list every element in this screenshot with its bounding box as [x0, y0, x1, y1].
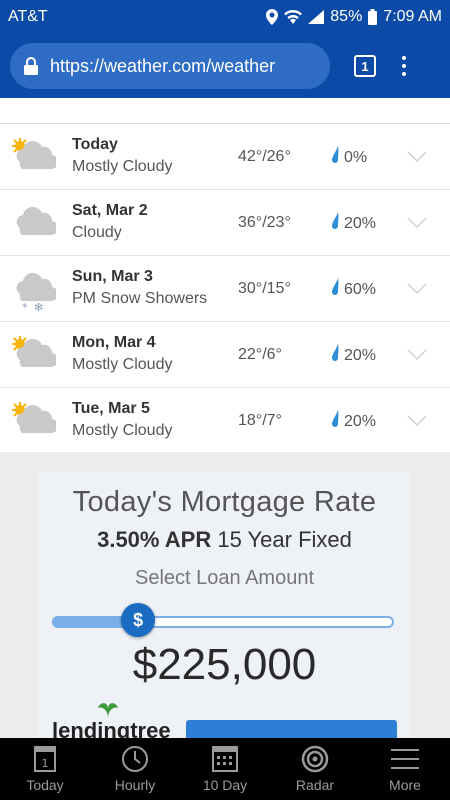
precip-value: 20% — [344, 412, 377, 430]
overflow-menu-icon[interactable] — [402, 56, 406, 76]
today-calendar-icon: 1 — [34, 745, 56, 773]
day-text: Mon, Mar 4 Mostly Cloudy — [72, 334, 172, 374]
forecast-row[interactable]: Sat, Mar 2 Cloudy 36°/23° 20% — [0, 190, 450, 256]
day-text: Sat, Mar 2 Cloudy — [72, 202, 148, 242]
hi-lo-temps: 22°/6° — [238, 346, 282, 363]
slider-thumb[interactable]: $ — [121, 603, 156, 637]
nav-item-today[interactable]: 1 Today — [0, 738, 90, 800]
ad-container: Today's Mortgage Rate 3.50% APR 15 Year … — [0, 452, 450, 743]
clock-icon — [121, 745, 149, 773]
precip-chance: 20% — [330, 344, 376, 367]
hi-lo-temps: 18°/7° — [238, 412, 282, 429]
battery-icon — [368, 9, 378, 25]
loan-amount-value: $225,000 — [132, 640, 317, 689]
ad-rate-apr: 3.50% APR — [97, 527, 212, 552]
day-name: Sun, Mar 3 — [72, 268, 153, 285]
precip-value: 20% — [344, 214, 377, 232]
forecast-row[interactable]: * ✻ Sun, Mar 3 PM Snow Showers 30°/15° 60% — [0, 256, 450, 322]
precip-chance: 0% — [330, 146, 367, 169]
status-icons: 85% 7:09 AM — [266, 8, 442, 26]
nav-label: Radar — [295, 777, 335, 793]
day-text: Sun, Mar 3 PM Snow Showers — [72, 268, 207, 308]
mortgage-ad[interactable]: Today's Mortgage Rate 3.50% APR 15 Year … — [38, 472, 411, 743]
forecast-list: Today Mostly Cloudy 42°/26° 0% Sat, Mar 2 Clo… — [0, 98, 450, 454]
location-icon — [266, 9, 279, 25]
precip-chance: 60% — [330, 278, 376, 301]
ad-rate-term: 15 Year Fixed — [211, 527, 352, 552]
nav-label: More — [389, 777, 421, 793]
calendar-grid-icon — [212, 745, 238, 773]
signal-icon — [308, 10, 325, 24]
nav-label: Today — [26, 777, 64, 793]
raindrop-icon — [330, 212, 340, 235]
hi-lo-temps: 36°/23° — [238, 214, 291, 231]
forecast-row[interactable]: Tue, Mar 5 Mostly Cloudy 18°/7° 20% — [0, 388, 450, 454]
condition-text: PM Snow Showers — [72, 290, 208, 307]
condition-text: Mostly Cloudy — [72, 356, 173, 373]
day-name: Today — [72, 136, 118, 153]
partly-cloudy-icon — [10, 136, 59, 180]
raindrop-icon — [330, 146, 340, 169]
tab-switcher-button[interactable]: 1 — [354, 55, 376, 77]
url-text: https://weather.com/weather — [50, 55, 276, 76]
raindrop-icon — [330, 410, 340, 433]
nav-label: Hourly — [114, 777, 156, 793]
partly-cloudy-icon — [10, 400, 59, 444]
chevron-down-icon[interactable] — [407, 216, 427, 234]
hi-lo-temps: 42°/26° — [238, 148, 291, 165]
day-name: Tue, Mar 5 — [72, 400, 150, 417]
condition-text: Mostly Cloudy — [72, 422, 173, 439]
condition-text: Cloudy — [72, 224, 122, 241]
battery-percent: 85% — [330, 8, 363, 25]
precip-value: 20% — [344, 346, 377, 364]
bottom-nav: 1 Today Hourly 10 Day Radar More — [0, 738, 450, 800]
raindrop-icon — [330, 278, 340, 301]
nav-item-10-day[interactable]: 10 Day — [180, 738, 270, 800]
svg-text:1: 1 — [42, 757, 49, 770]
chevron-down-icon[interactable] — [407, 150, 427, 168]
chevron-down-icon[interactable] — [407, 348, 427, 366]
ad-rate: 3.50% APR 15 Year Fixed — [38, 527, 411, 553]
nav-item-hourly[interactable]: Hourly — [90, 738, 180, 800]
day-text: Tue, Mar 5 Mostly Cloudy — [72, 400, 172, 440]
wifi-icon — [284, 10, 303, 24]
nav-item-radar[interactable]: Radar — [270, 738, 360, 800]
hamburger-menu-icon — [391, 745, 419, 773]
partly-cloudy-icon — [10, 334, 59, 378]
lock-icon — [24, 57, 38, 75]
precip-chance: 20% — [330, 212, 376, 235]
address-bar[interactable]: https://weather.com/weather — [10, 43, 330, 89]
nav-item-more[interactable]: More — [360, 738, 450, 800]
nav-label: 10 Day — [202, 777, 248, 793]
hi-lo-temps: 30°/15° — [238, 280, 291, 297]
carrier-label: AT&T — [8, 8, 48, 25]
forecast-row[interactable]: Mon, Mar 4 Mostly Cloudy 22°/6° 20% — [0, 322, 450, 388]
forecast-divider — [0, 98, 450, 124]
precip-value: 0% — [344, 148, 368, 166]
loan-amount-slider[interactable]: $ — [52, 603, 394, 637]
browser-toolbar: https://weather.com/weather 1 — [0, 34, 450, 98]
clock-time: 7:09 AM — [383, 8, 442, 25]
condition-text: Mostly Cloudy — [72, 158, 173, 175]
loan-amount-label: Select Loan Amount — [134, 567, 314, 589]
snow-showers-icon: * ✻ — [10, 268, 59, 314]
radar-icon — [301, 745, 329, 773]
precip-value: 60% — [344, 280, 377, 298]
chevron-down-icon[interactable] — [407, 414, 427, 432]
day-name: Sat, Mar 2 — [72, 202, 148, 219]
forecast-row[interactable]: Today Mostly Cloudy 42°/26° 0% — [0, 124, 450, 190]
raindrop-icon — [330, 344, 340, 367]
status-bar: AT&T 85% 7:09 AM — [0, 0, 450, 34]
cloudy-icon — [10, 202, 59, 246]
day-text: Today Mostly Cloudy — [72, 136, 172, 176]
ad-title: Today's Mortgage Rate — [72, 486, 377, 518]
day-name: Mon, Mar 4 — [72, 334, 156, 351]
svg-text:✻: ✻ — [34, 301, 43, 312]
chevron-down-icon[interactable] — [407, 282, 427, 300]
precip-chance: 20% — [330, 410, 376, 433]
svg-text:*: * — [22, 301, 28, 312]
